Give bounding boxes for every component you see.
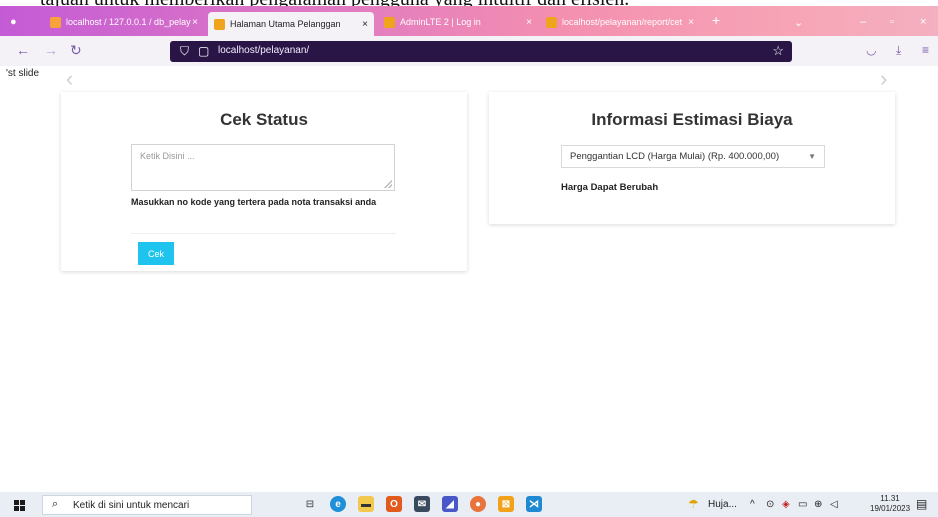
carousel-slide-label: 'st slide (6, 68, 40, 79)
harga-note: Harga Dapat Berubah (561, 182, 659, 193)
tab-phpmyadmin[interactable]: localhost / 127.0.0.1 / db_pelay × (44, 10, 204, 34)
address-bar[interactable]: ⛉ ▢ localhost/pelayanan/ ☆ (170, 41, 792, 62)
close-tab-icon[interactable]: × (688, 17, 694, 28)
tab-halaman-utama[interactable]: Halaman Utama Pelanggan × (208, 12, 374, 36)
close-tab-icon[interactable]: × (362, 19, 368, 30)
resize-handle-icon[interactable] (384, 180, 392, 188)
app-icon[interactable]: ◢ (442, 496, 458, 512)
tray-antivirus-icon[interactable]: ◈ (782, 499, 790, 510)
tray-chevron-icon[interactable]: ^ (750, 499, 755, 510)
shield-icon[interactable]: ⛉ (180, 44, 189, 59)
kode-transaksi-input[interactable]: Ketik Disini ... (131, 144, 395, 191)
weather-text[interactable]: Huja... (708, 499, 737, 510)
page-icon: ▢ (198, 44, 210, 58)
volume-icon[interactable]: ◁ (830, 499, 838, 510)
firefox-icon[interactable]: ● (470, 496, 486, 512)
kode-help-text: Masukkan no kode yang tertera pada nota … (131, 197, 377, 207)
url-text[interactable]: localhost/pelayanan/ (218, 45, 309, 56)
estimasi-biaya-card: Informasi Estimasi Biaya Penggantian LCD… (489, 92, 895, 224)
layanan-selected-value: Penggantian LCD (Harga Mulai) (Rp. 400.0… (570, 151, 780, 162)
divider (131, 233, 396, 234)
page-favicon-icon (546, 16, 557, 28)
firefox-view-icon[interactable]: ● (10, 16, 17, 28)
estimasi-title: Informasi Estimasi Biaya (591, 110, 793, 129)
office-icon[interactable]: O (386, 496, 402, 512)
forward-arrow-icon[interactable]: → (44, 42, 58, 58)
bookmark-star-icon[interactable]: ☆ (772, 43, 784, 59)
layanan-select[interactable]: Penggantian LCD (Harga Mulai) (Rp. 400.0… (561, 145, 825, 168)
reload-icon[interactable]: ↻ (70, 42, 82, 59)
carousel-prev-icon[interactable]: ‹ (66, 66, 73, 92)
cek-button[interactable]: Cek (138, 242, 174, 265)
windows-taskbar: ⌕ Ketik di sini untuk mencari ⊟ e ▬ O ✉ … (0, 492, 938, 517)
tab-adminlte-login[interactable]: AdminLTE 2 | Log in × (378, 10, 538, 34)
carousel-next-icon[interactable]: › (880, 66, 887, 92)
clock-date: 19/01/2023 (870, 504, 911, 513)
tab-label: AdminLTE 2 | Log in (400, 17, 481, 27)
tab-label: Halaman Utama Pelanggan (230, 19, 341, 29)
mail-icon[interactable]: ✉ (414, 496, 430, 512)
minimize-icon[interactable]: – (860, 16, 866, 28)
menu-hamburger-icon[interactable]: ≡ (922, 43, 929, 57)
browser-tab-bar: ● localhost / 127.0.0.1 / db_pelay × Hal… (0, 6, 938, 36)
maximize-icon[interactable]: ▫ (890, 16, 894, 28)
network-icon[interactable]: ⊕ (814, 499, 822, 510)
downloads-icon[interactable]: ⤓ (896, 43, 901, 58)
kode-input-placeholder: Ketik Disini ... (140, 151, 195, 161)
battery-icon[interactable]: ▭ (798, 499, 807, 510)
edge-icon[interactable]: e (330, 496, 346, 512)
new-tab-plus-icon[interactable]: + (712, 12, 720, 28)
clock-time: 11.31 (880, 494, 900, 503)
dropdown-caret-icon: ▼ (808, 152, 816, 161)
windows-start-icon[interactable] (14, 500, 25, 511)
pocket-icon[interactable]: ◡ (866, 43, 876, 57)
cek-status-title: Cek Status (220, 110, 308, 129)
back-arrow-icon[interactable]: ← (16, 42, 30, 58)
close-tab-icon[interactable]: × (192, 17, 198, 28)
close-tab-icon[interactable]: × (526, 17, 532, 28)
list-tabs-chevron-icon[interactable]: ⌄ (794, 16, 803, 29)
notification-icon[interactable]: ▤ (916, 497, 927, 511)
phpmyadmin-favicon-icon (50, 16, 61, 28)
page-favicon-icon (214, 18, 225, 30)
taskbar-search-placeholder: Ketik di sini untuk mencari (73, 500, 190, 511)
tab-report[interactable]: localhost/pelayanan/report/cet × (540, 10, 700, 34)
task-view-icon[interactable]: ⊟ (302, 496, 318, 512)
page-favicon-icon (384, 16, 395, 28)
tab-label: localhost/pelayanan/report/cet (562, 17, 683, 27)
clock[interactable]: 11.31 19/01/2023 (870, 494, 910, 514)
tab-label: localhost / 127.0.0.1 / db_pelay (66, 17, 191, 27)
cek-status-card: Cek Status Ketik Disini ... Masukkan no … (61, 92, 467, 271)
vscode-icon[interactable]: ⋊ (526, 496, 542, 512)
file-explorer-icon[interactable]: ▬ (358, 496, 374, 512)
tray-app-icon[interactable]: ⊙ (766, 499, 774, 510)
weather-icon[interactable]: ☂ (688, 497, 699, 511)
taskbar-search[interactable]: ⌕ Ketik di sini untuk mencari (42, 495, 252, 515)
xampp-icon[interactable]: ⊠ (498, 496, 514, 512)
search-icon: ⌕ (52, 498, 59, 510)
close-window-icon[interactable]: × (920, 16, 926, 28)
